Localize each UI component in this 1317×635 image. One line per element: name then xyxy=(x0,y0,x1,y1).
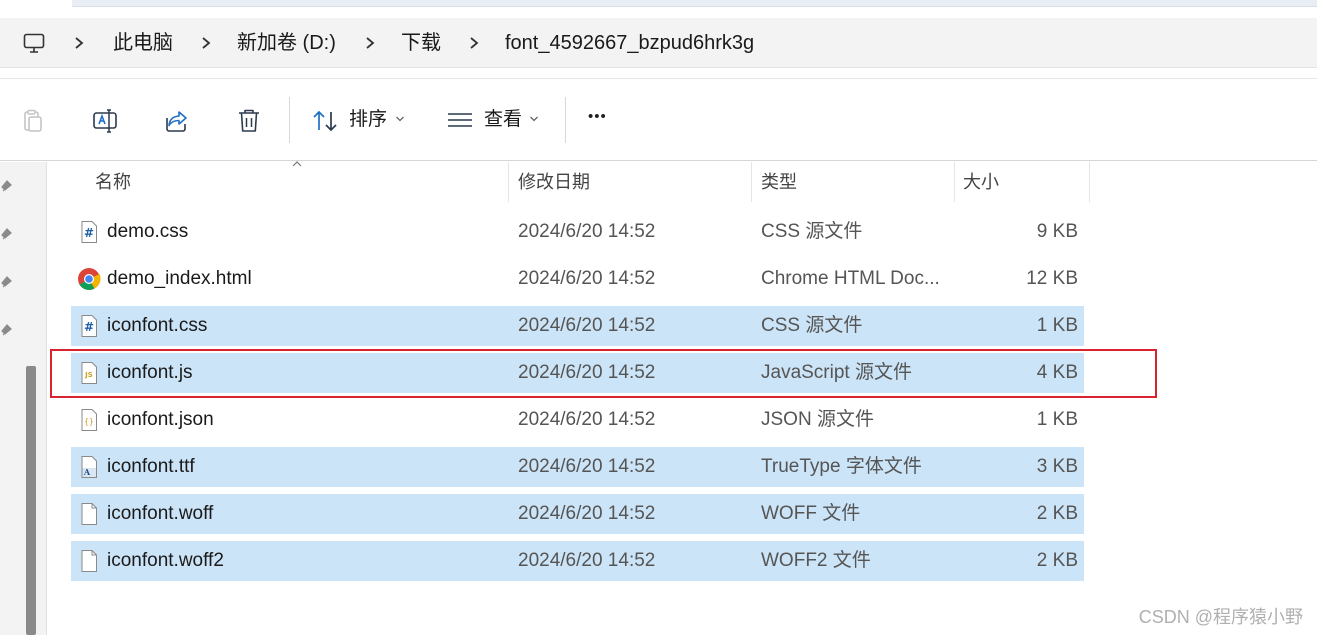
file-type: Chrome HTML Doc... xyxy=(761,268,940,289)
chrome-icon xyxy=(77,267,101,291)
file-modified-date: 2024/6/20 14:52 xyxy=(518,503,656,524)
file-name: demo_index.html xyxy=(107,268,252,289)
file-name: iconfont.ttf xyxy=(107,456,195,477)
nav-scrollbar[interactable] xyxy=(26,366,36,635)
blank-file-icon xyxy=(77,502,101,526)
file-modified-date: 2024/6/20 14:52 xyxy=(518,221,656,242)
delete-button[interactable] xyxy=(229,101,269,141)
toolbar-separator xyxy=(565,97,566,143)
file-type: WOFF2 文件 xyxy=(761,550,871,571)
breadcrumb-drive-d[interactable]: 新加卷 (D:) xyxy=(237,31,336,55)
paste-icon xyxy=(24,109,42,132)
file-row[interactable]: iconfont.woff2 2024/6/20 14:52 WOFF2 文件 2 K… xyxy=(71,541,1084,581)
watermark: CSDN @程序猿小野 xyxy=(1138,607,1303,627)
file-type: TrueType 字体文件 xyxy=(761,456,922,477)
chevron-right-icon[interactable] xyxy=(468,32,480,54)
font-file-icon: A xyxy=(77,455,101,479)
file-modified-date: 2024/6/20 14:52 xyxy=(518,315,656,336)
window-top-strip xyxy=(72,0,1317,7)
more-options-button[interactable]: ••• xyxy=(588,105,607,129)
file-row[interactable]: demo_index.html 2024/6/20 14:52 Chrome HTM… xyxy=(71,259,1084,299)
breadcrumb-current-folder[interactable]: font_4592667_bzpud6hrk3g xyxy=(505,31,754,55)
file-size: 2 KB xyxy=(1036,503,1078,524)
file-name: iconfont.woff2 xyxy=(107,550,224,571)
chevron-down-icon xyxy=(396,116,404,122)
chevron-right-icon[interactable] xyxy=(200,32,212,54)
pin-icon[interactable] xyxy=(0,322,14,338)
rename-button[interactable] xyxy=(85,101,125,141)
column-separator[interactable] xyxy=(751,162,752,202)
chevron-right-icon[interactable] xyxy=(73,32,85,54)
view-list-icon xyxy=(448,113,472,127)
file-row[interactable]: {} iconfont.json 2024/6/20 14:52 JSON 源文件 1 … xyxy=(71,400,1084,440)
svg-text:#: # xyxy=(84,226,94,240)
file-row[interactable]: iconfont.woff 2024/6/20 14:52 WOFF 文件 2 KB xyxy=(71,494,1084,534)
pin-icon[interactable] xyxy=(0,226,14,242)
share-button[interactable] xyxy=(157,101,197,141)
trash-icon xyxy=(239,109,259,132)
blank-file-icon xyxy=(77,549,101,573)
command-bar: 排序 查看 ••• xyxy=(0,79,1317,161)
share-icon xyxy=(166,111,187,132)
json-file-icon: {} xyxy=(77,408,101,432)
breadcrumb-this-pc[interactable]: 此电脑 xyxy=(113,31,173,55)
file-modified-date: 2024/6/20 14:52 xyxy=(518,409,656,430)
column-header-type[interactable]: 类型 xyxy=(761,170,797,194)
column-separator[interactable] xyxy=(954,162,955,202)
paste-button[interactable] xyxy=(13,101,53,141)
column-header-size[interactable]: 大小 xyxy=(963,170,999,194)
navigation-pane[interactable] xyxy=(0,162,46,635)
sort-icon xyxy=(313,110,337,132)
css-file-icon: # xyxy=(77,220,101,244)
svg-text:A: A xyxy=(83,467,91,477)
file-type: WOFF 文件 xyxy=(761,503,861,524)
view-label: 查看 xyxy=(484,109,523,130)
sort-ascending-icon xyxy=(292,161,302,167)
file-name: iconfont.woff xyxy=(107,503,214,524)
rename-icon xyxy=(93,109,117,133)
svg-text:#: # xyxy=(84,320,94,334)
file-modified-date: 2024/6/20 14:52 xyxy=(518,456,656,477)
sort-label: 排序 xyxy=(349,109,388,130)
column-separator[interactable] xyxy=(1089,162,1090,202)
file-size: 9 KB xyxy=(1036,221,1078,242)
file-size: 1 KB xyxy=(1036,409,1078,430)
chevron-down-icon xyxy=(530,116,538,122)
file-row[interactable]: # demo.css 2024/6/20 14:52 CSS 源文件 9 KB xyxy=(71,212,1084,252)
file-row[interactable]: # iconfont.css 2024/6/20 14:52 CSS 源文件 1 KB xyxy=(71,306,1084,346)
file-name: iconfont.css xyxy=(107,315,208,336)
file-row[interactable]: Aiconfont.ttf 2024/6/20 14:52 TrueType 字体文… xyxy=(71,447,1084,487)
pin-icon[interactable] xyxy=(0,178,14,194)
pane-divider[interactable] xyxy=(46,162,47,635)
file-type: CSS 源文件 xyxy=(761,315,863,336)
file-type: JSON 源文件 xyxy=(761,409,874,430)
file-size: 2 KB xyxy=(1036,550,1078,571)
highlight-annotation xyxy=(50,349,1157,398)
file-name: demo.css xyxy=(107,221,189,242)
file-size: 12 KB xyxy=(1026,268,1078,289)
column-separator[interactable] xyxy=(508,162,509,202)
chevron-right-icon[interactable] xyxy=(364,32,376,54)
file-size: 3 KB xyxy=(1036,456,1078,477)
file-name: iconfont.json xyxy=(107,409,214,430)
file-type: CSS 源文件 xyxy=(761,221,863,242)
breadcrumb-downloads[interactable]: 下载 xyxy=(401,31,441,55)
address-bar[interactable]: 此电脑 新加卷 (D:) 下载 font_4592667_bzpud6hrk3g xyxy=(0,18,1317,68)
pin-icon[interactable] xyxy=(0,274,14,290)
this-pc-icon[interactable] xyxy=(22,31,46,55)
svg-text:{}: {} xyxy=(84,417,94,426)
css-file-icon: # xyxy=(77,314,101,338)
file-modified-date: 2024/6/20 14:52 xyxy=(518,550,656,571)
file-modified-date: 2024/6/20 14:52 xyxy=(518,268,656,289)
column-header-name[interactable]: 名称 xyxy=(95,170,131,194)
toolbar-separator xyxy=(289,97,290,143)
file-size: 1 KB xyxy=(1036,315,1078,336)
column-header-date[interactable]: 修改日期 xyxy=(518,170,590,194)
